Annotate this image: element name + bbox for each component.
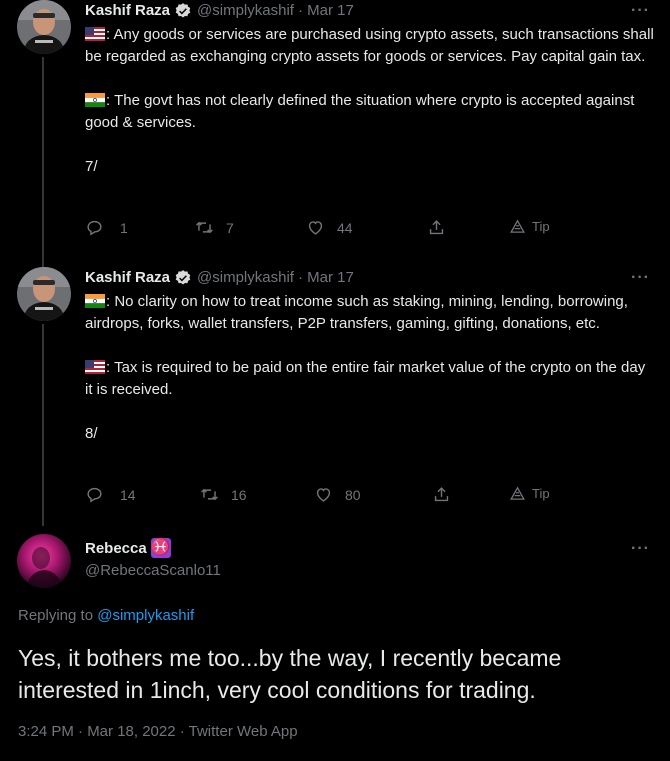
retweet-icon [196,221,213,234]
avatar[interactable] [17,267,71,321]
tweet-actions: 14 16 80 Tip [85,485,565,507]
retweet-icon [201,488,218,501]
replying-to: Replying to @simplykashif [18,607,194,624]
paragraph: : Tax is required to be paid on the enti… [85,357,655,401]
retweet-button[interactable]: 7 [195,218,234,237]
share-button[interactable] [427,218,446,237]
india-flag-icon [85,294,105,308]
tweet-text: : Any goods or services are purchased us… [85,24,655,178]
paragraph: : Any goods or services are purchased us… [85,24,655,68]
tip-button[interactable]: Tip [509,218,550,235]
replying-to-link[interactable]: @simplykashif [97,607,194,624]
heart-icon [308,221,323,235]
tip-label: Tip [532,486,550,501]
more-options-icon[interactable]: ··· [631,2,650,20]
author-name-row: Rebecca ♓ [85,538,171,558]
india-flag-icon [85,93,105,107]
retweet-count: 7 [226,219,234,236]
share-icon [429,220,444,235]
author-name[interactable]: Rebecca [85,540,147,557]
like-count: 80 [345,486,361,503]
tweet-date[interactable]: · Mar 17 [298,268,354,288]
tweet-text: : No clarity on how to treat income such… [85,291,655,445]
us-flag-icon [85,27,105,41]
share-icon [434,487,449,502]
like-count: 44 [337,219,353,236]
tweet-header: Kashif Raza @simplykashif · Mar 17 [85,268,354,288]
verified-badge-icon [175,270,191,285]
reply-count: 1 [120,219,128,236]
focused-tweet[interactable]: Rebecca ♓ @RebeccaScanlo11 ··· Replying … [0,534,670,761]
heart-icon [316,488,331,502]
thread-counter: 7/ [85,158,98,175]
pisces-emoji-icon: ♓ [150,538,171,558]
more-options-icon[interactable]: ··· [631,269,650,287]
paragraph-text: : The govt has not clearly defined the s… [85,92,635,131]
avatar[interactable] [17,534,71,588]
tweet-actions: 1 7 44 Tip [85,218,565,240]
retweet-button[interactable]: 16 [200,485,247,504]
retweet-count: 16 [231,486,247,503]
us-flag-icon [85,360,105,374]
tweet[interactable]: Kashif Raza @simplykashif · Mar 17 ··· :… [0,0,670,260]
author-handle[interactable]: @RebeccaScanlo11 [85,562,221,579]
paragraph: : No clarity on how to treat income such… [85,291,655,335]
paragraph-text: : Tax is required to be paid on the enti… [85,359,646,398]
verified-badge-icon [175,3,191,18]
tip-button[interactable]: Tip [509,485,550,502]
paragraph-text: : Any goods or services are purchased us… [85,26,654,65]
tweet[interactable]: Kashif Raza @simplykashif · Mar 17 ··· :… [0,267,670,527]
reply-button[interactable]: 14 [85,485,136,504]
paragraph-text: : No clarity on how to treat income such… [85,293,628,332]
author-name[interactable]: Kashif Raza [85,268,170,288]
author-handle[interactable]: @simplykashif [197,268,294,288]
author-name[interactable]: Kashif Raza [85,1,170,21]
tip-icon [510,219,525,233]
reply-count: 14 [120,486,136,503]
tip-label: Tip [532,219,550,234]
reply-icon [87,487,102,503]
author-handle[interactable]: @simplykashif [197,1,294,21]
share-button[interactable] [432,485,451,504]
tweet-timestamp[interactable]: 3:24 PM · Mar 18, 2022 · Twitter Web App [18,723,298,740]
thread-counter: 8/ [85,425,98,442]
reply-icon [87,220,102,236]
like-button[interactable]: 80 [314,485,361,504]
reply-button[interactable]: 1 [85,218,128,237]
tweet-text: Yes, it bothers me too...by the way, I r… [18,645,562,703]
like-button[interactable]: 44 [306,218,353,237]
more-options-icon[interactable]: ··· [631,540,650,558]
tweet-date[interactable]: · Mar 17 [298,1,354,21]
tweet-header: Kashif Raza @simplykashif · Mar 17 [85,1,354,21]
paragraph: : The govt has not clearly defined the s… [85,90,655,134]
tip-icon [510,486,525,500]
replying-prefix: Replying to [18,607,94,624]
avatar[interactable] [17,0,71,54]
